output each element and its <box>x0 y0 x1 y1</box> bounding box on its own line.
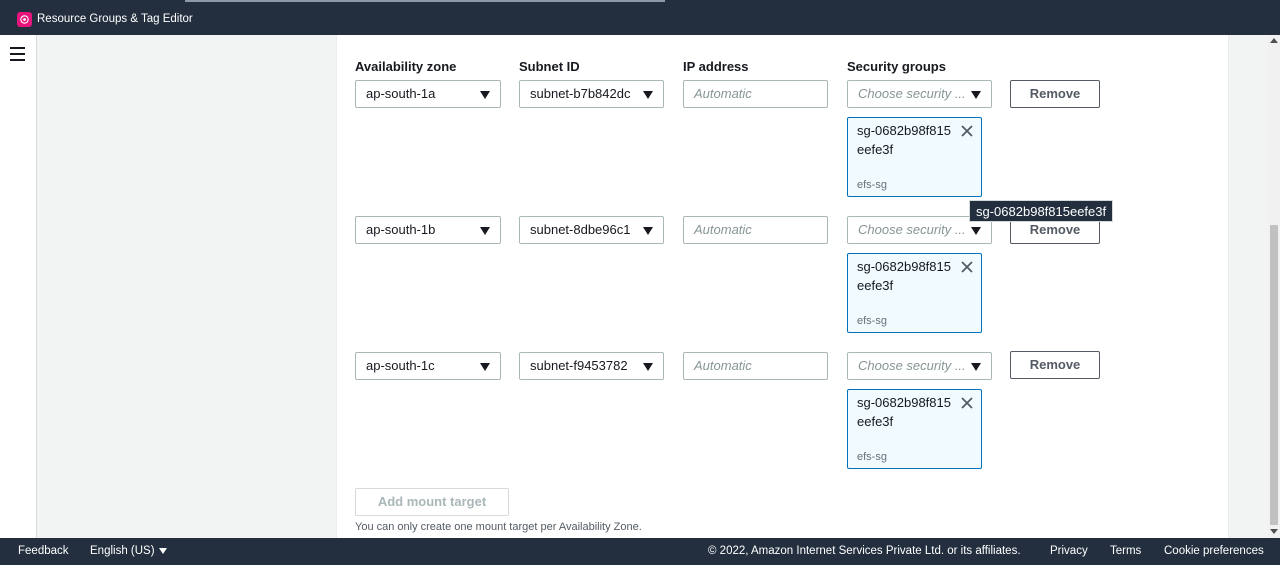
close-icon[interactable] <box>960 124 974 138</box>
availability-zone-select[interactable]: ap-south-1c <box>355 352 501 380</box>
column-header-ip-address: IP address <box>683 59 749 74</box>
vertical-scrollbar[interactable] <box>1268 35 1280 538</box>
caret-down-icon <box>643 363 653 371</box>
security-groups-placeholder: Choose security ... <box>858 358 966 373</box>
security-group-token: sg-0682b98f815eefe3f efs-sg <box>847 389 982 469</box>
subnet-id-value: subnet-f9453782 <box>530 358 628 373</box>
ip-address-input[interactable]: Automatic <box>683 80 828 108</box>
security-group-token: sg-0682b98f815eefe3f efs-sg <box>847 117 982 197</box>
caret-down-icon <box>643 227 653 235</box>
scroll-down-arrow-icon[interactable] <box>1270 529 1278 534</box>
security-groups-select[interactable]: Choose security ... <box>847 80 992 108</box>
close-icon[interactable] <box>960 396 974 410</box>
column-header-availability-zone: Availability zone <box>355 59 457 74</box>
main-content: Availability zone Subnet ID IP address S… <box>37 35 1268 538</box>
language-selector[interactable]: English (US) <box>90 538 167 565</box>
caret-down-icon <box>480 227 490 235</box>
availability-zone-value: ap-south-1c <box>366 358 435 373</box>
close-icon[interactable] <box>960 260 974 274</box>
caret-down-icon <box>643 91 653 99</box>
privacy-link[interactable]: Privacy <box>1050 538 1088 565</box>
subnet-id-value: subnet-b7b842dc <box>530 86 631 101</box>
security-group-name: efs-sg <box>857 179 887 191</box>
caret-down-icon <box>158 547 167 554</box>
subnet-id-select[interactable]: subnet-f9453782 <box>519 352 664 380</box>
security-groups-placeholder: Choose security ... <box>858 222 966 237</box>
app-title[interactable]: Resource Groups & Tag Editor <box>37 12 193 27</box>
resource-groups-icon <box>17 12 32 27</box>
security-group-token: sg-0682b98f815eefe3f efs-sg <box>847 253 982 333</box>
mount-target-hint: You can only create one mount target per… <box>355 521 642 533</box>
page-footer: Feedback English (US) © 2022, Amazon Int… <box>0 538 1280 565</box>
subnet-id-select[interactable]: subnet-b7b842dc <box>519 80 664 108</box>
security-group-id: sg-0682b98f815eefe3f <box>857 123 951 157</box>
column-header-subnet-id: Subnet ID <box>519 59 580 74</box>
remove-button[interactable]: Remove <box>1010 351 1100 379</box>
security-group-id: sg-0682b98f815eefe3f <box>857 259 951 293</box>
terms-link[interactable]: Terms <box>1110 538 1141 565</box>
security-group-name: efs-sg <box>857 451 887 463</box>
side-navigation-rail <box>0 35 37 538</box>
hamburger-menu-icon[interactable] <box>10 47 25 61</box>
subnet-id-value: subnet-8dbe96c1 <box>530 222 631 237</box>
remove-button[interactable]: Remove <box>1010 80 1100 108</box>
ip-address-input[interactable]: Automatic <box>683 352 828 380</box>
browser-tab-strip <box>185 0 665 2</box>
caret-down-icon <box>971 227 981 235</box>
column-header-security-groups: Security groups <box>847 59 946 74</box>
availability-zone-select[interactable]: ap-south-1b <box>355 216 501 244</box>
caret-down-icon <box>480 91 490 99</box>
language-label: English (US) <box>90 545 155 557</box>
scroll-up-arrow-icon[interactable] <box>1270 38 1278 43</box>
availability-zone-select[interactable]: ap-south-1a <box>355 80 501 108</box>
scrollbar-thumb[interactable] <box>1270 225 1278 525</box>
caret-down-icon <box>971 363 981 371</box>
subnet-id-select[interactable]: subnet-8dbe96c1 <box>519 216 664 244</box>
security-group-id: sg-0682b98f815eefe3f <box>857 395 951 429</box>
add-mount-target-button[interactable]: Add mount target <box>355 488 509 516</box>
top-navigation-bar: Resource Groups & Tag Editor <box>0 0 1280 35</box>
caret-down-icon <box>971 91 981 99</box>
caret-down-icon <box>480 363 490 371</box>
security-groups-placeholder: Choose security ... <box>858 86 966 101</box>
ip-address-input[interactable]: Automatic <box>683 216 828 244</box>
security-group-tooltip: sg-0682b98f815eefe3f <box>969 200 1114 222</box>
copyright-text: © 2022, Amazon Internet Services Private… <box>708 545 1021 557</box>
security-group-name: efs-sg <box>857 315 887 327</box>
security-groups-select[interactable]: Choose security ... <box>847 352 992 380</box>
feedback-link[interactable]: Feedback <box>18 538 69 565</box>
mount-targets-panel: Availability zone Subnet ID IP address S… <box>336 35 1229 538</box>
availability-zone-value: ap-south-1a <box>366 86 436 101</box>
availability-zone-value: ap-south-1b <box>366 222 436 237</box>
cookie-preferences-link[interactable]: Cookie preferences <box>1164 538 1264 565</box>
